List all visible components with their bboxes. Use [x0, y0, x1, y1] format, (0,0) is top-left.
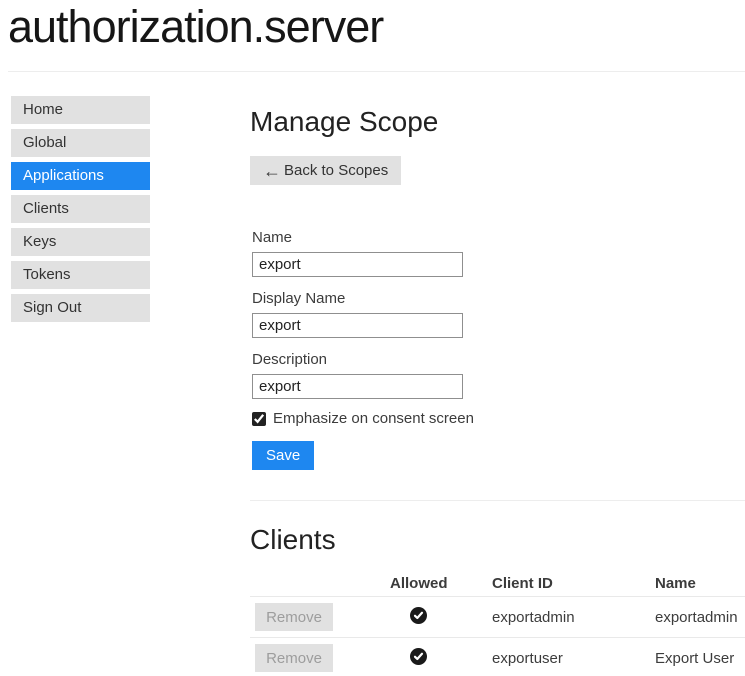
client-name-cell: Export User [655, 650, 745, 667]
remove-button[interactable]: Remove [255, 644, 333, 672]
emphasize-checkbox-row: Emphasize on consent screen [252, 410, 474, 427]
emphasize-checkbox[interactable] [252, 412, 266, 426]
client-id-cell: exportuser [492, 650, 655, 667]
sidebar-item-keys[interactable]: Keys [11, 228, 150, 256]
allowed-cell [390, 607, 492, 628]
display-name-label: Display Name [252, 290, 345, 308]
column-header-allowed: Allowed [390, 575, 492, 592]
clients-table-header: Allowed Client ID Name [250, 570, 745, 597]
row-actions-cell: Remove [250, 644, 390, 672]
check-circle-icon [410, 648, 427, 665]
check-circle-icon [410, 607, 427, 624]
clients-section-title: Clients [250, 522, 336, 558]
page: authorization.server Home Global Applica… [0, 0, 745, 676]
emphasize-checkbox-label: Emphasize on consent screen [273, 410, 474, 427]
row-actions-cell: Remove [250, 603, 390, 631]
description-label: Description [252, 351, 327, 369]
sidebar-item-applications[interactable]: Applications [11, 162, 150, 190]
description-input[interactable] [252, 374, 463, 399]
sidebar-item-sign-out[interactable]: Sign Out [11, 294, 150, 322]
section-divider [250, 500, 745, 501]
sidebar-item-clients[interactable]: Clients [11, 195, 150, 223]
sidebar-item-home[interactable]: Home [11, 96, 150, 124]
column-header-name: Name [655, 575, 745, 592]
client-id-cell: exportadmin [492, 609, 655, 626]
back-to-scopes-button[interactable]: ← Back to Scopes [250, 156, 401, 185]
display-name-input[interactable] [252, 313, 463, 338]
table-row: Remove exportadmin exportadmin [250, 597, 745, 638]
page-title: Manage Scope [250, 104, 438, 140]
back-button-label: Back to Scopes [284, 162, 388, 179]
name-label: Name [252, 229, 292, 247]
app-title: authorization.server [8, 0, 383, 58]
table-row: Remove exportuser Export User [250, 638, 745, 676]
client-name-cell: exportadmin [655, 609, 745, 626]
sidebar-item-tokens[interactable]: Tokens [11, 261, 150, 289]
header-divider [8, 71, 745, 72]
sidebar-item-global[interactable]: Global [11, 129, 150, 157]
save-button[interactable]: Save [252, 441, 314, 470]
remove-button[interactable]: Remove [255, 603, 333, 631]
clients-table: Allowed Client ID Name Remove exportadmi… [250, 570, 745, 676]
allowed-cell [390, 648, 492, 669]
column-header-client-id: Client ID [492, 575, 655, 592]
back-arrow-icon: ← [263, 162, 281, 180]
sidebar: Home Global Applications Clients Keys To… [11, 96, 150, 327]
name-input[interactable] [252, 252, 463, 277]
